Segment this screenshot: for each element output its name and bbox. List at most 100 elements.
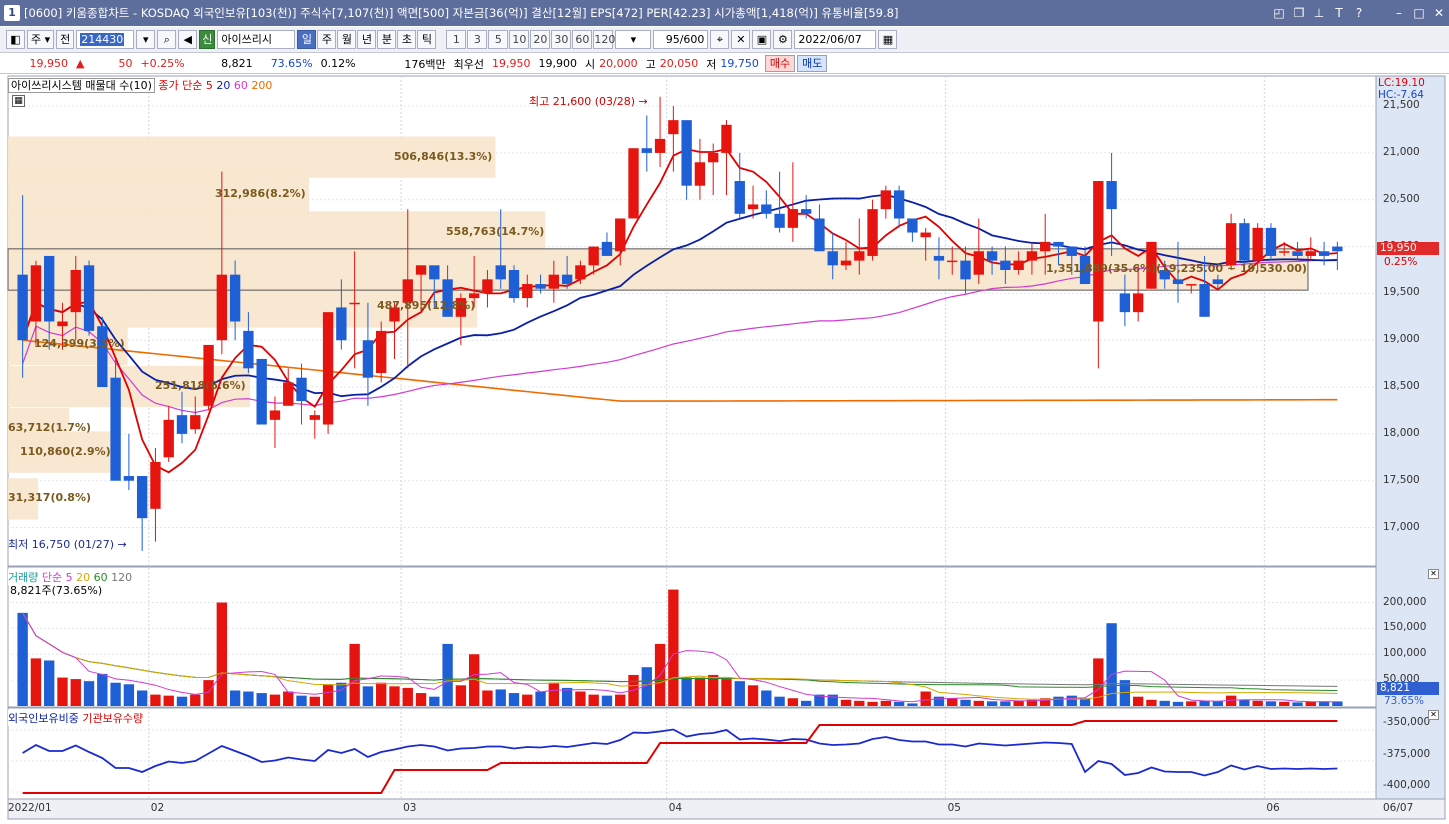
- interval-button-20[interactable]: 20: [530, 30, 551, 49]
- close-panel-icon[interactable]: ✕: [1428, 569, 1439, 579]
- dropdown-icon[interactable]: ▾: [136, 30, 156, 49]
- volume-bar: [1186, 701, 1197, 706]
- candle-body: [70, 269, 81, 313]
- grid-icon[interactable]: ▦: [12, 95, 25, 107]
- volume-bar: [1239, 699, 1250, 706]
- copy-window-icon[interactable]: ❐: [1289, 6, 1309, 20]
- minimize-icon[interactable]: –: [1389, 6, 1409, 20]
- volume-bar: [57, 677, 68, 706]
- zoom-icon[interactable]: ⌖: [710, 30, 730, 49]
- volume-bar: [322, 684, 334, 706]
- candle-body: [1026, 251, 1038, 261]
- volume-bar: [561, 687, 573, 706]
- tab-period-2[interactable]: 월: [337, 30, 357, 49]
- interval-button-30[interactable]: 30: [551, 30, 572, 49]
- prev-button[interactable]: 전: [56, 30, 75, 49]
- period-select[interactable]: 주 ▾: [27, 30, 55, 49]
- interval-button-60[interactable]: 60: [572, 30, 593, 49]
- tab-period-3[interactable]: 년: [357, 30, 377, 49]
- volume-profile-label: 558,763(14.7%): [446, 224, 545, 238]
- volume-bar: [1132, 696, 1144, 706]
- settings-icon[interactable]: ⚙: [773, 30, 793, 49]
- save-icon[interactable]: ▣: [752, 30, 772, 49]
- stock-code-input[interactable]: 214430: [76, 30, 135, 49]
- volume-value: 8,821: [221, 57, 253, 70]
- volume-bar: [548, 682, 560, 706]
- layout-icon[interactable]: ◰: [1269, 6, 1289, 20]
- candle-body: [57, 321, 68, 327]
- candle-body: [415, 265, 427, 275]
- interval-select[interactable]: ▾: [615, 30, 652, 49]
- volume-bar: [110, 682, 121, 706]
- current-pct-tag: 0.25%: [1384, 256, 1418, 268]
- volume-bar: [893, 701, 905, 706]
- candle-body: [30, 265, 42, 322]
- candle-body: [761, 204, 772, 214]
- candle-body: [163, 419, 174, 458]
- current-price-tag: 19,950: [1377, 242, 1439, 255]
- candle-body: [468, 293, 480, 299]
- speaker-icon[interactable]: ◀: [178, 30, 198, 49]
- chart-area[interactable]: 아이쓰리시스템 매물대 수(10) 종가 단순 5 20 60 200 ▦ LC…: [0, 75, 1449, 821]
- volume-profile-label: 312,986(8.2%): [215, 187, 306, 201]
- volume-bar: [1159, 700, 1170, 706]
- price-tick-label: 21,000: [1383, 145, 1420, 158]
- interval-button-10[interactable]: 10: [509, 30, 530, 49]
- candle-body: [1119, 293, 1131, 313]
- chart-menu-icon[interactable]: ◧: [6, 30, 25, 49]
- search-icon[interactable]: ⌕: [157, 30, 177, 49]
- tab-period-0[interactable]: 일: [297, 30, 317, 49]
- volume-bar: [601, 695, 613, 706]
- stock-name-field[interactable]: 아이쓰리시: [217, 30, 296, 49]
- volume-bar: [588, 694, 599, 706]
- close-panel-icon[interactable]: ✕: [1428, 710, 1439, 720]
- candle-body: [694, 162, 706, 186]
- close-icon[interactable]: ✕: [1429, 6, 1449, 20]
- sell-button[interactable]: 매도: [797, 55, 828, 72]
- lc-label: LC:19.10: [1378, 77, 1425, 89]
- candle-body: [920, 232, 931, 238]
- candle-body: [256, 358, 267, 425]
- candle-body: [176, 415, 188, 434]
- volume-bar: [83, 681, 95, 706]
- font-icon[interactable]: T: [1329, 6, 1349, 20]
- volume-bar: [190, 694, 201, 706]
- count-field[interactable]: 95/600: [653, 30, 709, 49]
- pin-icon[interactable]: ⊥: [1309, 6, 1329, 20]
- candle-body: [1093, 181, 1104, 322]
- x-tick-label: 02: [150, 802, 165, 814]
- candle-body: [110, 377, 121, 481]
- candle-body: [1305, 251, 1316, 256]
- tab-period-5[interactable]: 초: [397, 30, 417, 49]
- tab-period-6[interactable]: 틱: [417, 30, 437, 49]
- volume-bar: [933, 696, 945, 706]
- volume-tick-label: 150,000: [1383, 621, 1427, 634]
- date-field[interactable]: 2022/06/07: [794, 30, 877, 49]
- candle-body: [229, 274, 241, 322]
- chart-toolbar: ◧ 주 ▾ 전 214430 ▾ ⌕ ◀ 신 아이쓰리시 일주월년분초틱 135…: [0, 27, 1449, 53]
- candle-body: [973, 251, 984, 275]
- candle-body: [734, 181, 745, 214]
- volume-bar: [1172, 701, 1184, 706]
- tab-period-1[interactable]: 주: [317, 30, 337, 49]
- interval-button-3[interactable]: 3: [467, 30, 488, 49]
- interval-button-1[interactable]: 1: [446, 30, 467, 49]
- help-icon[interactable]: ?: [1349, 6, 1369, 20]
- interval-button-5[interactable]: 5: [488, 30, 509, 49]
- best-ask: 19,950: [491, 57, 531, 70]
- maximize-icon[interactable]: □: [1409, 6, 1429, 20]
- interval-button-120[interactable]: 120: [593, 30, 615, 49]
- volume-bar: [986, 701, 998, 706]
- tab-period-4[interactable]: 분: [377, 30, 397, 49]
- best-bid: 19,900: [538, 57, 577, 70]
- volume-bar: [123, 684, 135, 706]
- candle-body: [628, 148, 639, 219]
- turnover: 0.12%: [320, 57, 356, 70]
- volume-bar: [336, 682, 347, 706]
- x-tick-label: 2022/01: [8, 802, 52, 814]
- candle-body: [986, 251, 998, 261]
- crosshair-icon[interactable]: ✕: [731, 30, 751, 49]
- buy-button[interactable]: 매수: [764, 55, 796, 72]
- calendar-icon[interactable]: ▦: [878, 30, 898, 49]
- volume-bar: [1000, 701, 1011, 706]
